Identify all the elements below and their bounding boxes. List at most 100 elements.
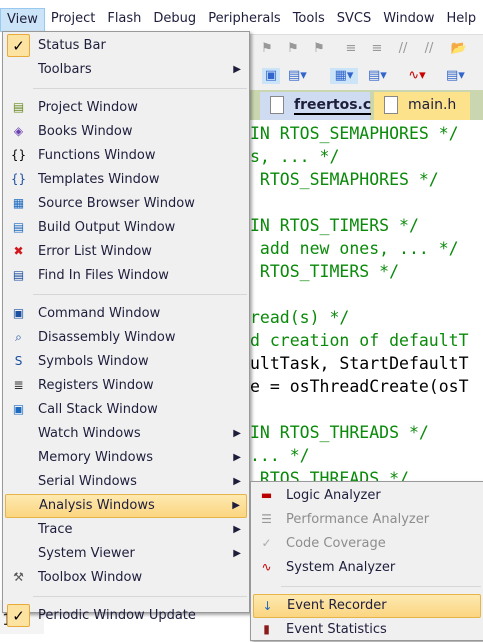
menu-debug[interactable]: Debug (147, 8, 202, 32)
menu-item-system-analyzer[interactable]: ∿ System Analyzer (253, 556, 481, 580)
menu-item-label: Trace (38, 522, 73, 537)
menu-item-symbols-window[interactable]: S Symbols Window (5, 350, 247, 374)
menu-separator (281, 586, 481, 587)
menu-item-label: Memory Windows (38, 450, 154, 465)
menu-item-label: Periodic Window Update (38, 608, 196, 623)
menu-item-watch-windows[interactable]: Watch Windows ▶ (5, 422, 247, 446)
menu-item-error-list-window[interactable]: ✖ Error List Window (5, 240, 247, 264)
menu-item-event-recorder[interactable]: ↓ Event Recorder (253, 594, 481, 618)
menu-item-label: Templates Window (38, 172, 160, 187)
tab-label: main.h (408, 97, 457, 113)
trace-toolbar-icon[interactable]: ▤▾ (446, 68, 465, 84)
menu-flash[interactable]: Flash (101, 8, 147, 32)
menu-peripherals[interactable]: Peripherals (202, 8, 287, 32)
menu-item-templates-window[interactable]: {} Templates Window (5, 168, 247, 192)
menu-bar: View Project Flash Debug Peripherals Tools SVC… (0, 8, 483, 32)
menu-item-toolbox-window[interactable]: ⚒ Toolbox Window (5, 566, 247, 590)
menu-item-memory-windows[interactable]: Memory Windows ▶ (5, 446, 247, 470)
menu-item-label: Project Window (38, 100, 138, 115)
submenu-arrow-icon: ▶ (233, 548, 241, 559)
performance-analyzer-icon: ☰ (261, 512, 272, 526)
toolbox-icon: ⚒ (13, 570, 24, 584)
menu-item-label: System Analyzer (286, 560, 396, 575)
menu-separator (33, 294, 247, 295)
menu-tools[interactable]: Tools (287, 8, 331, 32)
code-line: read(s) */ (250, 308, 350, 327)
submenu-arrow-icon: ▶ (233, 476, 241, 487)
indent-icon[interactable]: ≡ (342, 41, 360, 57)
uncomment-icon[interactable]: // (420, 41, 438, 57)
command-icon: ▣ (12, 306, 25, 320)
menu-item-label: Source Browser Window (38, 196, 195, 211)
menu-item-label: Find In Files Window (38, 268, 169, 283)
event-recorder-icon: ↓ (262, 599, 273, 613)
menu-item-performance-analyzer: ☰ Performance Analyzer (253, 508, 481, 532)
watch-toolbar-icon[interactable]: ▤▾ (288, 68, 307, 84)
menu-item-label: Books Window (38, 124, 133, 139)
code-line: ... */ (250, 446, 310, 465)
menu-item-event-statistics[interactable]: ▮ Event Statistics (253, 618, 481, 642)
submenu-arrow-icon: ▶ (233, 64, 241, 75)
menu-svcs[interactable]: SVCS (331, 8, 377, 32)
check-icon: ✓ (7, 604, 30, 627)
menu-item-call-stack-window[interactable]: ▣ Call Stack Window (5, 398, 247, 422)
menu-item-find-in-files-window[interactable]: ▤ Find In Files Window (5, 264, 247, 288)
comment-icon[interactable]: // (394, 41, 412, 57)
analysis-toolbar-icon[interactable]: ∿▾ (408, 68, 426, 84)
tab-freertos-c[interactable]: freertos.c (260, 92, 372, 120)
code-line: RTOS_TIMERS */ (250, 262, 400, 281)
menu-item-trace[interactable]: Trace ▶ (5, 518, 247, 542)
call-stack-icon: ▣ (12, 402, 25, 416)
menu-item-label: Code Coverage (286, 536, 386, 551)
menu-item-source-browser-window[interactable]: ▦ Source Browser Window (5, 192, 247, 216)
menu-item-functions-window[interactable]: {} Functions Window (5, 144, 247, 168)
bookmark-next-icon[interactable]: ⚑ (284, 41, 302, 57)
menu-help[interactable]: Help (440, 8, 482, 32)
menu-item-toolbars[interactable]: Toolbars ▶ (5, 58, 247, 82)
menu-item-command-window[interactable]: ▣ Command Window (5, 302, 247, 326)
submenu-arrow-icon: ▶ (233, 452, 241, 463)
menu-item-system-viewer[interactable]: System Viewer ▶ (5, 542, 247, 566)
serial-toolbar-icon[interactable]: ▤▾ (368, 68, 387, 84)
menu-item-project-window[interactable]: ▤ Project Window (5, 96, 247, 120)
menu-item-label: Error List Window (38, 244, 152, 259)
code-line: e = osThreadCreate(osT (250, 377, 469, 396)
toolbar-debug: ▣ ▤▾ ▦▾ ▤▾ ∿▾ ▤▾ (250, 62, 483, 90)
menu-item-status-bar[interactable]: ✓ Status Bar (5, 34, 247, 58)
file-icon (384, 96, 398, 114)
bookmark-prev-icon[interactable]: ⚑ (258, 41, 276, 57)
menu-item-logic-analyzer[interactable]: ▬ Logic Analyzer (253, 484, 481, 508)
menu-item-analysis-windows[interactable]: Analysis Windows ▶ (5, 494, 247, 518)
code-line: RTOS_SEMAPHORES */ (250, 170, 439, 189)
analysis-windows-submenu: ▬ Logic Analyzer ☰ Performance Analyzer ✓ Cod… (250, 481, 483, 641)
submenu-arrow-icon: ▶ (233, 524, 241, 535)
menu-window[interactable]: Window (377, 8, 440, 32)
menu-view[interactable]: View (0, 8, 45, 32)
menu-project[interactable]: Project (45, 8, 101, 32)
memory-toolbar-icon[interactable]: ▦▾ (330, 68, 358, 84)
menu-item-serial-windows[interactable]: Serial Windows ▶ (5, 470, 247, 494)
open-folder-icon[interactable]: 📂 (450, 41, 468, 57)
menu-item-registers-window[interactable]: ≣ Registers Window (5, 374, 247, 398)
menu-item-label: Event Statistics (286, 622, 387, 637)
menu-item-periodic-window-update[interactable]: ✓ Periodic Window Update (5, 604, 247, 628)
call-stack-toolbar-icon[interactable]: ▣ (262, 68, 280, 84)
file-icon (270, 96, 284, 114)
build-output-icon: ▤ (12, 220, 25, 234)
tab-label: freertos.c (294, 97, 372, 115)
logic-analyzer-icon: ▬ (260, 488, 273, 502)
menu-item-disassembly-window[interactable]: ⌕ Disassembly Window (5, 326, 247, 350)
tab-main-h[interactable]: main.h (374, 92, 470, 120)
menu-item-label: System Viewer (38, 546, 135, 561)
menu-item-build-output-window[interactable]: ▤ Build Output Window (5, 216, 247, 240)
menu-item-books-window[interactable]: ◈ Books Window (5, 120, 247, 144)
menu-separator (33, 596, 247, 597)
code-line: ultTask, StartDefaultT (250, 354, 469, 373)
registers-icon: ≣ (13, 378, 24, 392)
unindent-icon[interactable]: ≡ (368, 41, 386, 57)
bookmark-clear-icon[interactable]: ⚑ (310, 41, 328, 57)
editor-tabs: freertos.c main.h (250, 90, 483, 120)
